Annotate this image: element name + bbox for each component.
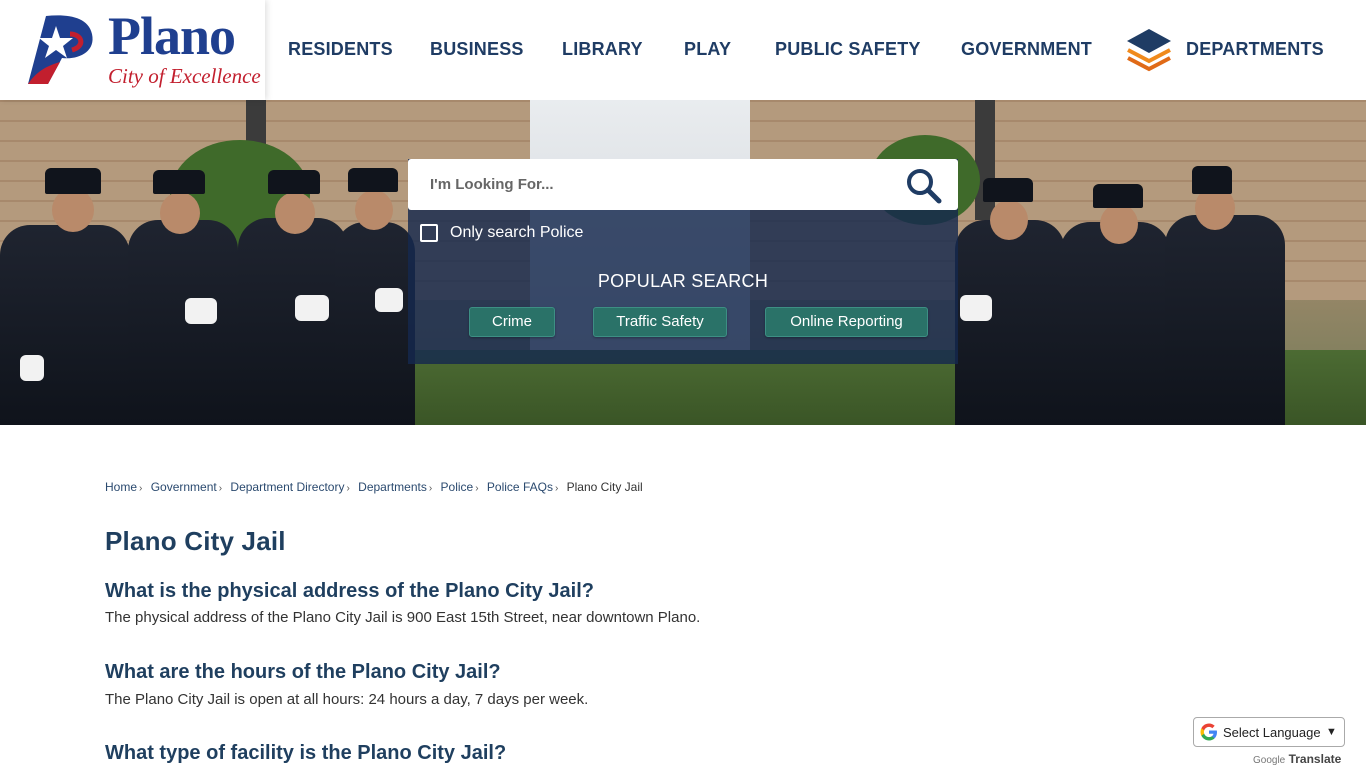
search-input[interactable] [408, 159, 898, 210]
powered-by-google-translate[interactable]: Google Translate [1253, 752, 1341, 766]
google-g-icon [1200, 723, 1217, 741]
main-nav: RESIDENTS BUSINESS LIBRARY PLAY PUBLIC S… [288, 0, 1348, 100]
nav-play[interactable]: PLAY [684, 38, 731, 60]
hero-officer [128, 220, 238, 425]
hero-post [975, 100, 995, 220]
hero-officer-cap [268, 170, 320, 194]
faq-answer: The physical address of the Plano City J… [105, 609, 701, 626]
hero-glove [960, 295, 992, 321]
nav-government[interactable]: GOVERNMENT [961, 38, 1092, 60]
breadcrumb: Home › Government › Department Directory › … [105, 480, 643, 494]
hero-officer [1165, 215, 1285, 425]
search-box [408, 159, 958, 210]
hero-officer-cap [983, 178, 1033, 202]
hero-officer [0, 225, 130, 425]
hero-officer-head [160, 192, 200, 234]
breadcrumb-home[interactable]: Home [105, 480, 137, 494]
nav-public-safety[interactable]: PUBLIC SAFETY [775, 38, 921, 60]
hero-officer-head [52, 188, 94, 232]
logo-wordmark: Plano [108, 6, 236, 66]
site-header: Plano City of Excellence RESIDENTS BUSIN… [0, 0, 1366, 100]
hero-officer-head [990, 200, 1028, 240]
breadcrumb-police-faqs[interactable]: Police FAQs [487, 480, 553, 494]
hero-officer-cap [1192, 166, 1232, 194]
breadcrumb-separator-icon: › [428, 483, 433, 494]
nav-residents[interactable]: RESIDENTS [288, 38, 393, 60]
nav-library[interactable]: LIBRARY [562, 38, 643, 60]
hero-officer [1060, 222, 1170, 425]
hero-glove [295, 295, 329, 321]
popular-search-title: POPULAR SEARCH [597, 271, 769, 291]
nav-business[interactable]: BUSINESS [430, 38, 524, 60]
logo-tagline: City of Excellence [108, 64, 261, 88]
breadcrumb-separator-icon: › [218, 483, 223, 494]
faq-question[interactable]: What type of facility is the Plano City … [105, 742, 506, 765]
breadcrumb-separator-icon: › [554, 483, 559, 494]
hero-officer-cap [45, 168, 101, 194]
hero-glove [20, 355, 44, 381]
hero-officer-cap [153, 170, 205, 194]
breadcrumb-government[interactable]: Government [151, 480, 217, 494]
hero-officer [238, 218, 348, 425]
faq-answer: The Plano City Jail is open at all hours… [105, 691, 589, 708]
hero-officer [955, 220, 1065, 425]
search-panel: Only search Police POPULAR SEARCH Crime … [408, 159, 958, 364]
breadcrumb-police[interactable]: Police [441, 480, 474, 494]
only-search-label: Only search Police [450, 224, 584, 241]
search-icon[interactable] [905, 167, 943, 205]
hero-officer-head [275, 192, 315, 234]
hero-glove [185, 298, 217, 324]
breadcrumb-separator-icon: › [139, 483, 143, 494]
only-search-police-option[interactable]: Only search Police [420, 223, 583, 243]
hero-officer-cap [348, 168, 398, 192]
site-logo[interactable]: Plano City of Excellence [0, 0, 265, 100]
faq-question[interactable]: What are the hours of the Plano City Jai… [105, 661, 501, 684]
popular-search-traffic-safety[interactable]: Traffic Safety [593, 307, 727, 337]
hero-glove [375, 288, 403, 312]
faq-question[interactable]: What is the physical address of the Plan… [105, 580, 594, 603]
language-select[interactable]: Select Language ▼ [1193, 717, 1345, 747]
nav-departments[interactable]: DEPARTMENTS [1186, 38, 1324, 60]
breadcrumb-separator-icon: › [475, 483, 479, 494]
layered-stack-icon[interactable] [1125, 26, 1173, 74]
hero-officer-cap [1093, 184, 1143, 208]
hero-officer-head [1100, 204, 1138, 244]
breadcrumb-current: Plano City Jail [566, 480, 643, 494]
breadcrumb-department-directory[interactable]: Department Directory [230, 480, 344, 494]
hero-banner: Only search Police POPULAR SEARCH Crime … [0, 100, 1366, 425]
only-search-checkbox[interactable] [420, 224, 438, 242]
hero-officer-head [355, 190, 393, 230]
powered-google-label: Google [1253, 755, 1286, 766]
popular-search-online-reporting[interactable]: Online Reporting [765, 307, 928, 337]
language-select-label: Select Language [1223, 724, 1321, 740]
breadcrumb-separator-icon: › [346, 483, 350, 494]
hero-officer [335, 222, 415, 425]
powered-translate-label: Translate [1288, 752, 1342, 766]
breadcrumb-departments[interactable]: Departments [358, 480, 427, 494]
page-title: Plano City Jail [105, 526, 286, 556]
plano-star-logo-icon [28, 15, 93, 85]
chevron-down-icon: ▼ [1326, 726, 1337, 738]
popular-search-crime[interactable]: Crime [469, 307, 555, 337]
